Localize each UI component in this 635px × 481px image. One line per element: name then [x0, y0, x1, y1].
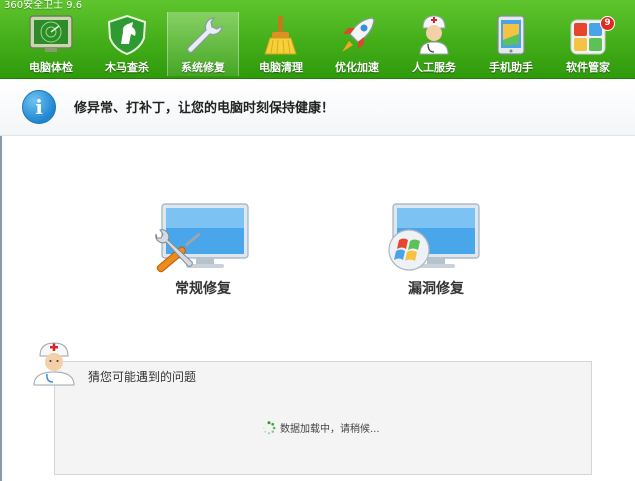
possible-issues-title: 猜您可能遇到的问题	[88, 370, 197, 384]
rocket-icon	[342, 17, 375, 52]
toolbar-label: 电脑体检	[29, 61, 73, 74]
toolbar-item-phone-assistant[interactable]: 手机助手	[475, 12, 547, 76]
app-title: 360安全卫士 9.6	[4, 0, 83, 11]
toolbar-label: 优化加速	[335, 61, 379, 74]
wrench-icon	[187, 17, 223, 53]
main-toolbar: 360安全卫士 9.6 电脑体检 木马查杀 系统修复 电脑清理 优化加速 人工服…	[0, 0, 635, 79]
toolbar-label: 人工服务	[412, 61, 456, 74]
toolbar-label: 电脑清理	[259, 61, 303, 74]
loading-text: 数据加载中，请稍候...	[280, 424, 380, 435]
toolbar-label: 木马查杀	[105, 61, 149, 74]
broom-icon	[264, 16, 297, 55]
toolbar-item-cleanup[interactable]: 电脑清理	[245, 12, 317, 76]
doctor-avatar-icon	[33, 342, 75, 386]
monitor-windows-icon	[388, 203, 480, 271]
info-banner: i 修异常、打补丁，让您的电脑时刻保持健康！	[0, 79, 635, 136]
banner-message: 修异常、打补丁，让您的电脑时刻保持健康！	[74, 101, 335, 116]
toolbar-label: 手机助手	[489, 61, 533, 74]
loading-indicator: 数据加载中，请稍候...	[262, 420, 380, 435]
radar-monitor-icon	[29, 15, 73, 52]
toolbar-item-software-manager[interactable]: 9 软件管家	[552, 12, 624, 76]
toolbar-label: 系统修复	[181, 61, 225, 74]
toolbar-item-system-repair[interactable]: 系统修复	[167, 12, 239, 76]
toolbar-item-trojan-scan[interactable]: 木马查杀	[91, 12, 163, 76]
phone-icon	[497, 15, 525, 55]
toolbar-label: 软件管家	[566, 61, 610, 74]
toolbar-item-checkup[interactable]: 电脑体检	[15, 12, 87, 76]
left-edge-border	[0, 136, 2, 481]
update-count-badge: 9	[600, 16, 615, 31]
option-label: 漏洞修复	[408, 281, 464, 297]
toolbar-item-speedup[interactable]: 优化加速	[321, 12, 393, 76]
horse-shield-icon	[107, 14, 147, 56]
monitor-tools-icon	[155, 203, 249, 273]
vulnerability-repair-button[interactable]: 漏洞修复	[381, 200, 491, 300]
loading-spinner-icon	[262, 420, 276, 434]
option-label: 常规修复	[175, 281, 231, 297]
toolbar-item-support[interactable]: 人工服务	[398, 12, 470, 76]
regular-repair-button[interactable]: 常规修复	[148, 200, 258, 300]
doctor-icon	[419, 15, 449, 55]
info-icon: i	[22, 90, 56, 124]
